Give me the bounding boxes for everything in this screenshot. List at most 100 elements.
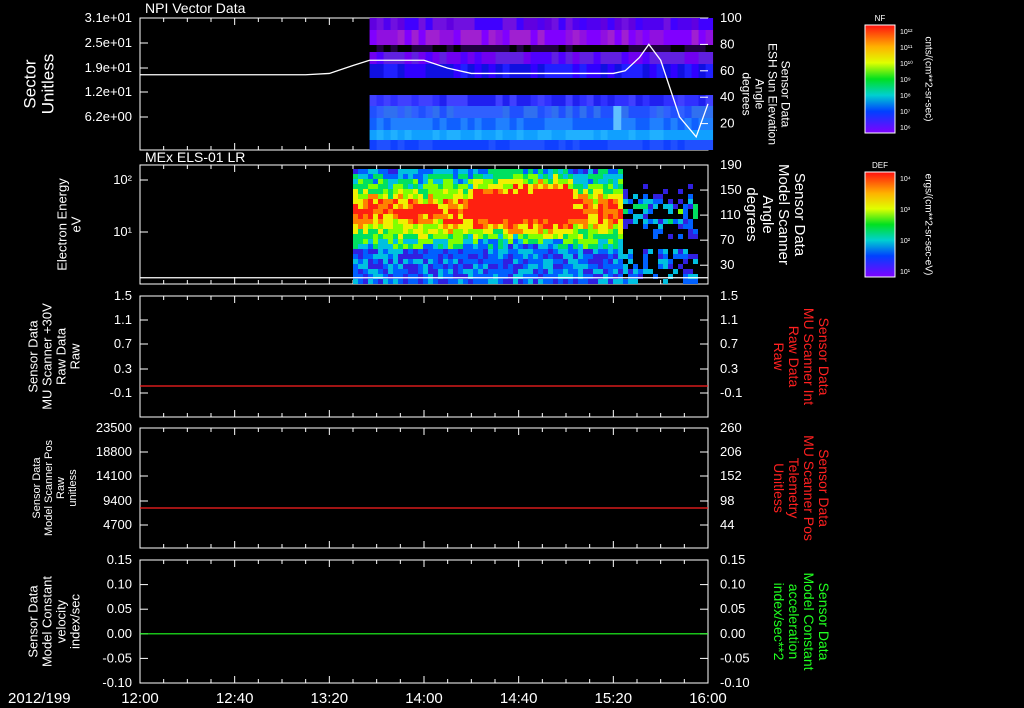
spectrogram-cell	[603, 194, 608, 199]
spectrogram-cell	[483, 174, 488, 179]
spectrogram-cell	[543, 259, 548, 264]
time-tick-label: 14:40	[500, 690, 538, 707]
spectrogram-cell	[563, 244, 568, 249]
heatmap-cell	[383, 78, 392, 95]
spectrogram-cell	[658, 224, 663, 229]
spectrogram-cell	[643, 264, 648, 269]
spectrogram-cell	[688, 229, 693, 234]
heatmap-cell	[425, 45, 434, 52]
spectrogram-cell	[573, 169, 578, 174]
heatmap-cell	[474, 95, 483, 106]
spectrogram-cell	[548, 194, 553, 199]
spectrogram-cell	[368, 239, 373, 244]
heatmap-cell	[684, 106, 693, 118]
heatmap-cell	[523, 106, 532, 118]
spectrogram-cell	[513, 234, 518, 239]
spectrogram-cell	[543, 194, 548, 199]
spectrogram-cell	[588, 204, 593, 209]
spectrogram-cell	[408, 204, 413, 209]
heatmap-cell	[656, 140, 665, 150]
heatmap-cell	[495, 95, 504, 106]
spectrogram-cell	[588, 234, 593, 239]
spectrogram-cell	[573, 174, 578, 179]
heatmap-cell	[579, 95, 588, 106]
heatmap-cell	[642, 64, 651, 78]
spectrogram-cell	[488, 229, 493, 234]
spectrogram-cell	[478, 269, 483, 274]
heatmap-cell	[607, 130, 616, 140]
spectrogram-cell	[388, 264, 393, 269]
spectrogram-cell	[533, 169, 538, 174]
panel-3-right-ytick-label: 1.5	[720, 288, 738, 303]
spectrogram-cell	[473, 279, 478, 284]
spectrogram-cell	[613, 269, 618, 274]
spectrogram-cell	[488, 249, 493, 254]
spectrogram-cell	[378, 249, 383, 254]
spectrogram-cell	[528, 254, 533, 259]
heatmap-cell	[432, 118, 441, 130]
spectrogram-cell	[553, 219, 558, 224]
spectrogram-cell	[463, 234, 468, 239]
spectrogram-cell	[558, 249, 563, 254]
spectrogram-cell	[413, 214, 418, 219]
spectrogram-cell	[368, 184, 373, 189]
spectrogram-cell	[413, 259, 418, 264]
spectrogram-cell	[608, 229, 613, 234]
heatmap-cell	[509, 78, 518, 95]
spectrogram-cell	[568, 254, 573, 259]
spectrogram-cell	[583, 269, 588, 274]
spectrogram-cell	[518, 174, 523, 179]
spectrogram-cell	[598, 239, 603, 244]
heatmap-cell	[656, 130, 665, 140]
spectrogram-cell	[438, 239, 443, 244]
heatmap-cell	[649, 64, 658, 78]
spectrogram-cell	[358, 199, 363, 204]
heatmap-cell	[481, 106, 490, 118]
heatmap-cell	[390, 118, 399, 130]
spectrogram-cell	[383, 189, 388, 194]
heatmap-cell	[628, 118, 637, 130]
heatmap-cell	[663, 130, 672, 140]
heatmap-cell	[425, 118, 434, 130]
heatmap-cell	[551, 52, 560, 64]
spectrogram-cell	[603, 224, 608, 229]
spectrogram-cell	[618, 169, 623, 174]
spectrogram-cell	[498, 169, 503, 174]
panel-4-ylabel-line: unitless	[67, 469, 79, 507]
spectrogram-cell	[498, 249, 503, 254]
spectrogram-cell	[373, 239, 378, 244]
panel-5-ytick-label: 0.10	[107, 577, 132, 592]
spectrogram-cell	[478, 204, 483, 209]
spectrogram-cell	[473, 204, 478, 209]
heatmap-cell	[383, 30, 392, 45]
spectrogram-cell	[528, 249, 533, 254]
heatmap-cell	[572, 130, 581, 140]
heatmap-cell	[411, 95, 420, 106]
spectrogram-cell	[363, 214, 368, 219]
heatmap-cell	[432, 52, 441, 64]
panel-frame-3	[139, 295, 709, 418]
spectrogram-cell	[593, 249, 598, 254]
spectrogram-cell	[408, 254, 413, 259]
spectrogram-cell	[513, 229, 518, 234]
spectrogram-cell	[358, 244, 363, 249]
heatmap-cell	[586, 106, 595, 118]
heatmap-cell	[614, 45, 623, 52]
spectrogram-cell	[593, 264, 598, 269]
spectrogram-cell	[498, 264, 503, 269]
spectrogram-cell	[583, 194, 588, 199]
spectrogram-cell	[543, 264, 548, 269]
heatmap-cell	[537, 118, 546, 130]
panel-3-ytick-label: 0.7	[114, 336, 132, 351]
heatmap-cell	[565, 78, 574, 95]
heatmap-cell	[397, 140, 406, 150]
spectrogram-cell	[463, 249, 468, 254]
spectrogram-cell	[643, 214, 648, 219]
heatmap-cell	[523, 52, 532, 64]
heatmap-cell	[418, 140, 427, 150]
heatmap-cell	[600, 118, 609, 130]
spectrogram-cell	[508, 259, 513, 264]
panel-5-ytick-label: 0.05	[107, 601, 132, 616]
heatmap-cell	[411, 30, 420, 45]
spectrogram-cell	[368, 194, 373, 199]
